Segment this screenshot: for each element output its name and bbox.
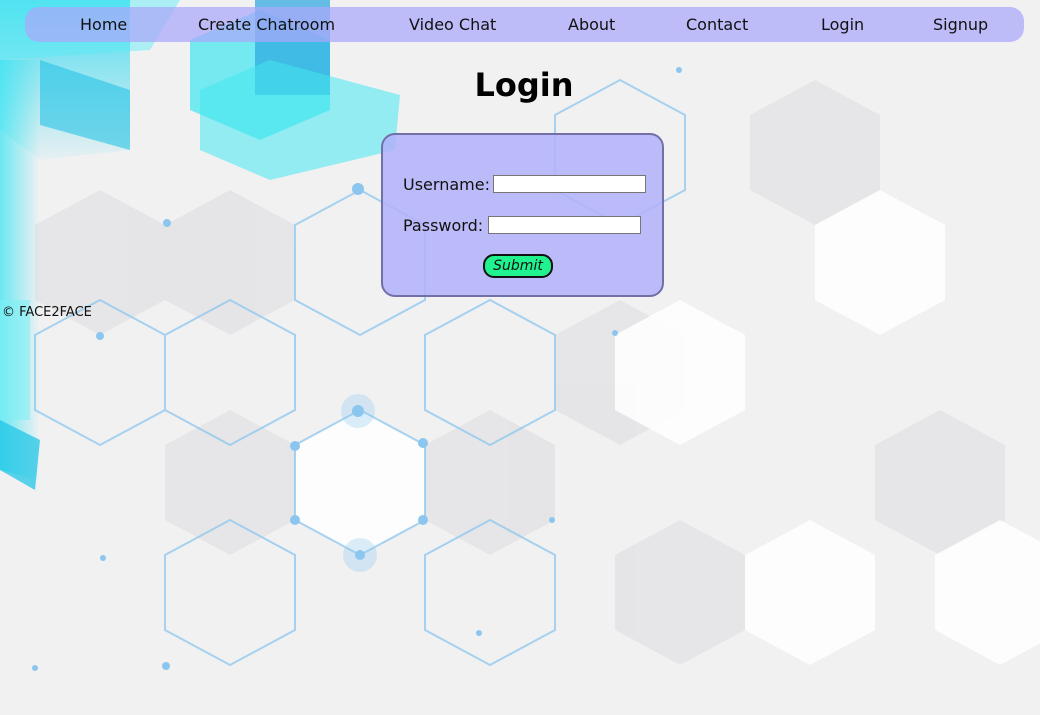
password-label: Password:: [403, 216, 484, 235]
nav-contact-link[interactable]: Contact: [686, 7, 748, 42]
password-field[interactable]: [488, 216, 641, 234]
nav-create-chatroom-link[interactable]: Create Chatroom: [198, 7, 335, 42]
nav-video-chat-link[interactable]: Video Chat: [409, 7, 496, 42]
page-title: Login: [474, 66, 574, 104]
navbar: Home Create Chatroom Video Chat About Co…: [25, 7, 1024, 42]
submit-button[interactable]: Submit: [483, 254, 553, 278]
username-label: Username:: [403, 175, 490, 194]
username-field[interactable]: [493, 175, 646, 193]
footer-copyright: © FACE2FACE: [2, 305, 92, 320]
nav-about-link[interactable]: About: [568, 7, 615, 42]
nav-home-link[interactable]: Home: [80, 7, 127, 42]
login-form: Username: Password: Submit: [381, 133, 664, 297]
nav-signup-link[interactable]: Signup: [933, 7, 988, 42]
hexagon-background: [0, 0, 1040, 715]
nav-login-link[interactable]: Login: [821, 7, 864, 42]
